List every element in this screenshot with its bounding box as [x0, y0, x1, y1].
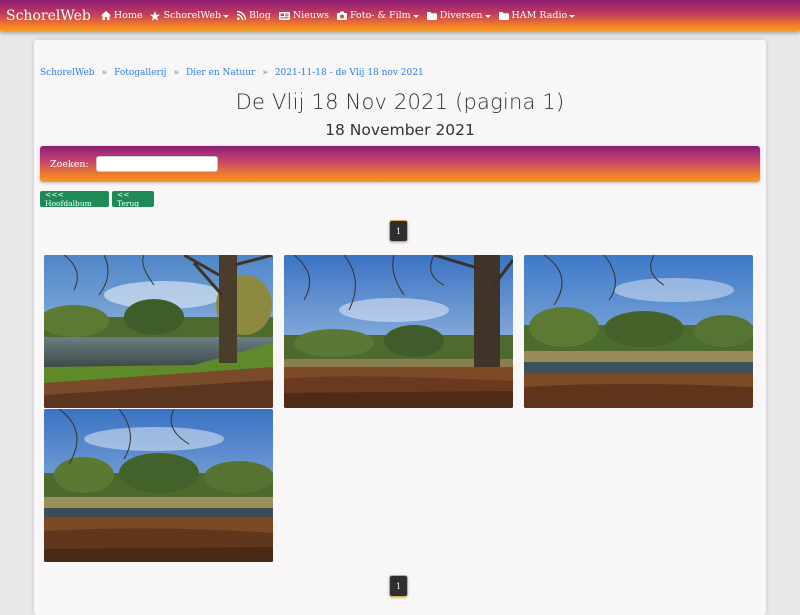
nav-schorelweb-label: SchorelWeb [163, 10, 222, 21]
chevron-down-icon [484, 14, 491, 18]
rss-icon [237, 11, 247, 20]
back-button[interactable]: << Terug [112, 190, 154, 208]
brand-link[interactable]: SchorelWeb [6, 8, 91, 24]
breadcrumb: SchorelWeb » Fotogallerij » Dier en Natu… [40, 68, 424, 78]
breadcrumb-item-schorelweb[interactable]: SchorelWeb [40, 68, 95, 78]
photo-3-image [524, 255, 753, 408]
folder-icon [498, 11, 509, 20]
breadcrumb-item-dier-en-natuur[interactable]: Dier en Natuur [186, 68, 255, 78]
breadcrumb-separator: » [173, 68, 179, 78]
star-icon [150, 10, 161, 21]
breadcrumb-separator: » [262, 68, 268, 78]
chevron-down-icon [569, 14, 576, 18]
home-icon [100, 11, 111, 20]
newspaper-icon [278, 11, 290, 20]
search-bar: Zoeken: [40, 146, 760, 182]
search-label: Zoeken: [50, 158, 89, 170]
nav-nieuws[interactable]: Nieuws [278, 10, 329, 21]
nav-nieuws-label: Nieuws [292, 10, 329, 21]
nav-foto-film-label: Foto- & Film [349, 10, 411, 21]
breadcrumb-item-fotogallerij[interactable]: Fotogallerij [114, 68, 166, 78]
nav-blog-label: Blog [249, 10, 271, 21]
search-input[interactable] [95, 156, 218, 172]
pagination-page-top[interactable]: 1 [390, 221, 407, 241]
chevron-down-icon [223, 14, 230, 18]
nav-ham-radio-label: HAM Radio [511, 10, 568, 21]
page-subtitle: 18 November 2021 [325, 121, 475, 139]
nav-ham-radio[interactable]: HAM Radio [498, 10, 576, 21]
navbar: SchorelWeb Home SchorelWeb Blog Nieuws F… [0, 0, 800, 31]
chevron-down-icon [412, 14, 419, 18]
photo-thumbnail[interactable] [284, 255, 513, 408]
folder-icon [426, 11, 437, 20]
pagination-page-bottom[interactable]: 1 [390, 576, 407, 596]
breadcrumb-separator: » [101, 68, 108, 78]
nav-home[interactable]: Home [100, 10, 143, 21]
nav-home-label: Home [113, 10, 143, 21]
nav-diversen[interactable]: Diversen [426, 10, 491, 21]
page-title: De Vlij 18 Nov 2021 (pagina 1) [235, 90, 565, 114]
photo-thumbnail[interactable] [44, 255, 273, 408]
photo-thumbnail[interactable] [44, 409, 273, 562]
nav-foto-film[interactable]: Foto- & Film [336, 10, 419, 21]
breadcrumb-item-album[interactable]: 2021-11-18 - de Vlij 18 nov 2021 [275, 68, 424, 78]
nav-schorelweb[interactable]: SchorelWeb [150, 10, 230, 21]
photo-1-image [44, 255, 273, 408]
camera-icon [336, 11, 347, 20]
photo-4-image [44, 409, 273, 562]
photo-thumbnail[interactable] [524, 255, 753, 408]
photo-2-image [284, 255, 513, 408]
main-album-button[interactable]: <<< Hoofdalbum [40, 190, 109, 208]
nav-diversen-label: Diversen [439, 10, 483, 21]
nav-blog[interactable]: Blog [237, 10, 271, 21]
content-card: SchorelWeb » Fotogallerij » Dier en Natu… [34, 40, 766, 615]
